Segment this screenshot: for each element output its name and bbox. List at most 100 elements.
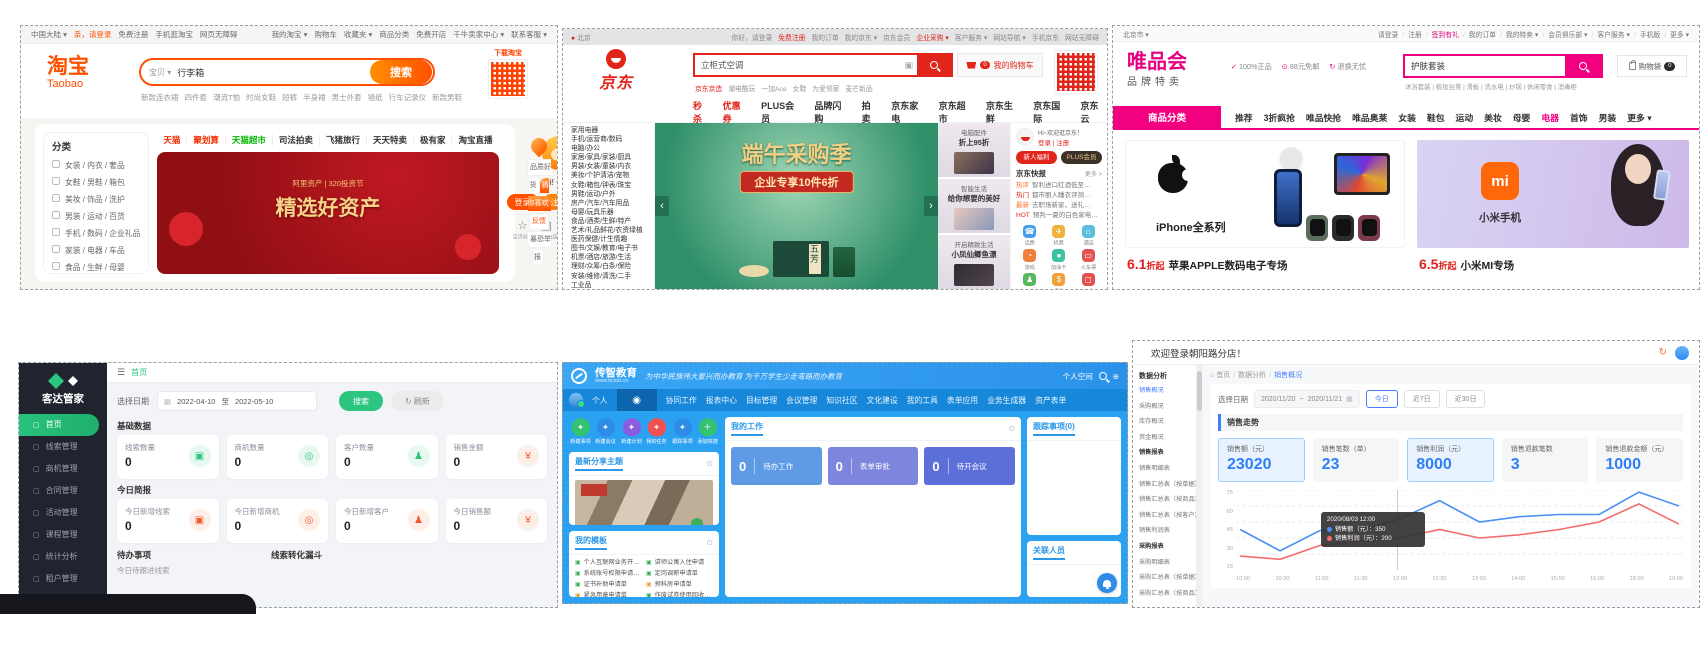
jd-nav-item[interactable]: 优惠券 — [723, 99, 749, 125]
filter-7d-button[interactable]: 近7日 — [1404, 390, 1440, 408]
vipshop-category-button[interactable]: 商品分类 — [1113, 106, 1221, 128]
taobao-topbar-link[interactable]: 中国大陆 ▾ — [31, 30, 67, 39]
notification-bell-button[interactable] — [1097, 573, 1117, 593]
czjy-template-item[interactable]: 作废试卷使用回收申请表 — [646, 591, 713, 597]
jd-main-banner[interactable]: 端午采购季 企业专享10件6折 ‹ › — [655, 123, 938, 289]
jd-topbar-link[interactable]: 网站无障碍 — [1065, 35, 1099, 42]
jd-topbar-link[interactable]: 我的京东 ▾ — [845, 35, 878, 42]
czjy-nav-item[interactable]: 文化建设 — [867, 395, 898, 406]
czjy-quick-action[interactable]: 新建事项 — [570, 418, 591, 445]
vipshop-search-input[interactable] — [1405, 56, 1565, 76]
work-box-meetings[interactable]: 0待开会议 — [924, 447, 1015, 485]
taobao-category-item[interactable]: 女装 / 内衣 / 奢品 — [52, 157, 140, 174]
vipshop-nav-item[interactable]: 3折疯抢 — [1264, 111, 1295, 124]
czjy-quick-action[interactable]: 我的任务 — [646, 418, 667, 445]
taobao-category-item[interactable]: 家装 / 电器 / 车品 — [52, 242, 140, 259]
keda-refresh-button[interactable]: ↻ 刷新 — [391, 391, 444, 411]
jd-service-item[interactable]: ☎话费 — [1016, 225, 1043, 247]
vipshop-logo[interactable]: 唯品会 — [1127, 52, 1187, 73]
taobao-hotword[interactable]: 墙纸 — [368, 93, 383, 102]
jd-express-item[interactable]: 热评智利进口红酒低至… — [1016, 181, 1102, 191]
jd-plus-button[interactable]: PLUS会员 — [1061, 151, 1102, 164]
vipshop-topbar-link[interactable]: 手机版 — [1630, 32, 1660, 39]
keda-menu-item[interactable]: 租户管理 — [19, 568, 107, 590]
taobao-category-item[interactable]: 美妆 / 饰品 / 洗护 — [52, 191, 140, 208]
jd-service-item[interactable]: ●加油卡 — [1045, 249, 1072, 271]
more-icon[interactable]: ⊙ — [706, 459, 713, 468]
jd-hotword[interactable]: 一加Ace — [761, 86, 786, 93]
taobao-topbar-link[interactable]: 网页无障碍 — [200, 30, 238, 39]
taobao-hotword[interactable]: 短裤 — [282, 93, 297, 102]
keda-menu-item[interactable]: 合同管理 — [19, 480, 107, 502]
jd-topbar-link[interactable]: 客户服务 ▾ — [955, 35, 988, 42]
jd-service-item[interactable]: ⌂酒店 — [1075, 225, 1102, 247]
keda-menu-item[interactable]: 统计分析 — [19, 546, 107, 568]
sales-sidebar-item[interactable]: 销售概况 — [1133, 383, 1196, 399]
jd-promo-qr[interactable] — [1055, 49, 1097, 93]
jd-category-item[interactable]: 艺术/礼品鲜花/农资绿植 — [571, 226, 654, 235]
vipshop-location[interactable]: 北京市 ▾ — [1123, 32, 1149, 39]
jd-service-item[interactable]: ♟众筹 — [1016, 273, 1043, 290]
sales-sidebar-item[interactable]: 采购明细表 — [1133, 555, 1196, 571]
breadcrumb-analysis[interactable]: 数据分析 — [1238, 372, 1266, 379]
keda-search-button[interactable]: 搜索 — [339, 391, 383, 411]
more-icon[interactable]: ⊙ — [1008, 424, 1015, 433]
vipshop-topbar-link[interactable]: 会员俱乐部 ▾ — [1538, 32, 1587, 39]
team-photo[interactable] — [575, 480, 713, 525]
taobao-logo[interactable]: 淘宝 — [47, 56, 89, 78]
vipshop-topbar-link[interactable]: 签到有礼 — [1422, 32, 1459, 39]
jd-express-item[interactable]: 热门都市丽人睡衣评测… — [1016, 191, 1102, 201]
filter-30d-button[interactable]: 近30日 — [1446, 390, 1486, 408]
jd-category-item[interactable]: 房产/汽车/汽车用品 — [571, 199, 654, 208]
taobao-nav-item[interactable]: 天天特卖 — [367, 134, 414, 146]
taobao-topbar-link[interactable]: 免费注册 — [118, 30, 148, 39]
vipshop-nav-item[interactable]: 鞋包 — [1427, 111, 1445, 124]
taobao-nav-item[interactable]: 天猫超市 — [226, 134, 273, 146]
taobao-topbar-link[interactable]: 商品分类 — [379, 30, 409, 39]
jd-promo-card[interactable]: 智能生活给你想要的美好 — [938, 179, 1010, 233]
taobao-topbar-link[interactable]: 千牛卖家中心 ▾ — [453, 30, 504, 39]
taobao-nav-item[interactable]: 极有家 — [414, 134, 453, 146]
taobao-topbar-link[interactable]: 我的淘宝 ▾ — [272, 30, 308, 39]
taobao-search-input[interactable] — [177, 67, 370, 77]
avatar[interactable] — [569, 393, 583, 407]
jd-category-item[interactable]: 理财/众筹/白条/保险 — [571, 262, 654, 271]
more-icon[interactable]: ⊙ — [706, 538, 713, 547]
jd-promo-card[interactable]: 电脑配件折上95折 — [938, 123, 1010, 177]
vipshop-topbar-link[interactable]: 请登录 — [1378, 32, 1398, 39]
taobao-topbar-link[interactable]: 亲，请登录 — [74, 30, 112, 39]
line-chart[interactable] — [1236, 490, 1683, 570]
jd-logo[interactable]: 京东 — [599, 69, 633, 93]
plus-icon[interactable]: ⊕ — [1113, 372, 1119, 381]
stat-card-revenue[interactable]: 销售额（元）23020 — [1218, 438, 1305, 482]
sales-date-range-input[interactable]: 2020/11/20~2020/11/21 ▦ — [1254, 390, 1360, 408]
keda-breadcrumb-home[interactable]: 首页 — [131, 367, 147, 378]
czjy-nav-item[interactable]: 表单应用 — [947, 395, 978, 406]
keda-menu-item[interactable]: 活动管理 — [19, 502, 107, 524]
czjy-nav-item[interactable]: 报表中心 — [706, 395, 737, 406]
vipshop-nav-item[interactable]: 母婴 — [1513, 111, 1531, 124]
jd-service-item[interactable]: ◻白条 — [1075, 273, 1102, 290]
vipshop-nav-item[interactable]: 唯品奥莱 — [1352, 111, 1387, 124]
keda-menu-item[interactable]: 课程管理 — [19, 524, 107, 546]
vipshop-apple-banner[interactable]: iPhone全系列 — [1125, 140, 1405, 248]
taobao-topbar-link[interactable]: 手机逛淘宝 — [155, 30, 193, 39]
taobao-hotword[interactable]: 半身裙 — [303, 93, 326, 102]
sales-sidebar-item[interactable]: 销售利润表 — [1133, 523, 1196, 539]
jd-service-item[interactable]: ▭火车票 — [1075, 249, 1102, 271]
jd-topbar-link[interactable]: 你好，请登录 — [731, 35, 772, 42]
vipshop-topbar-link[interactable]: 我的订单 — [1459, 32, 1496, 39]
jd-hotword[interactable]: 为爱领家 — [812, 86, 839, 93]
vipshop-nav-item[interactable]: 男装 — [1599, 111, 1617, 124]
sales-sidebar-item[interactable]: 销售明细表 — [1133, 461, 1196, 477]
keda-menu-item[interactable]: 首页 — [19, 414, 99, 436]
czjy-quick-action[interactable]: 跟踪事项 — [671, 418, 692, 445]
czjy-template-item[interactable]: 系统账号权限申请表-新 — [575, 569, 642, 579]
hamburger-icon[interactable]: ☰ — [117, 367, 125, 378]
jd-topbar-link[interactable]: 我的订单 — [811, 35, 838, 42]
vipshop-apple-caption[interactable]: 6.1折起苹果APPLE数码电子专场 — [1127, 256, 1288, 273]
czjy-template-item[interactable]: 定岗调薪申请单 — [646, 569, 713, 579]
sales-sidebar-item[interactable]: 采购报表 — [1133, 539, 1196, 555]
jd-express-more-link[interactable]: 更多 > — [1085, 169, 1102, 178]
jd-topbar-link[interactable]: 手机京东 — [1032, 35, 1059, 42]
